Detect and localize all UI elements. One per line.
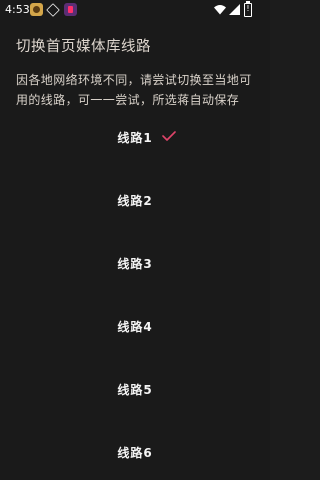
route-list: 线路1 线路2 线路3 线路4 线路5 线路6	[0, 107, 270, 480]
page-description: 因各地网络环境不同，请尝试切换至当地可用的线路，可一一尝试，所选蒋自动保存	[16, 73, 252, 107]
wifi-icon	[214, 5, 226, 15]
route-select-screen: 4:53 ! 切换首页媒体库线路 因各地网络环境不同，请尝试切换至当地可用的线路…	[0, 0, 270, 480]
route-label: 线路3	[117, 257, 153, 271]
route-item-4[interactable]: 线路4	[0, 296, 270, 359]
route-item-1[interactable]: 线路1	[0, 107, 270, 170]
battery-icon: !	[244, 1, 252, 17]
page-title: 切换首页媒体库线路	[16, 39, 151, 55]
route-label: 线路6	[117, 446, 153, 460]
cube-icon	[46, 3, 60, 17]
route-item-3[interactable]: 线路3	[0, 233, 270, 296]
route-label: 线路4	[117, 320, 153, 334]
route-label: 线路1	[117, 131, 153, 145]
route-label: 线路2	[117, 194, 153, 208]
app-notification-icon	[30, 3, 43, 16]
app-notification-icon	[64, 3, 77, 16]
route-item-5[interactable]: 线路5	[0, 359, 270, 422]
check-icon	[162, 131, 176, 141]
status-bar: 4:53 !	[0, 0, 270, 20]
battery-alert-label: !	[246, 4, 250, 13]
signal-icon	[229, 4, 240, 15]
route-label: 线路5	[117, 383, 153, 397]
route-item-6[interactable]: 线路6	[0, 422, 270, 480]
route-item-2[interactable]: 线路2	[0, 170, 270, 233]
status-time: 4:53	[5, 3, 30, 16]
